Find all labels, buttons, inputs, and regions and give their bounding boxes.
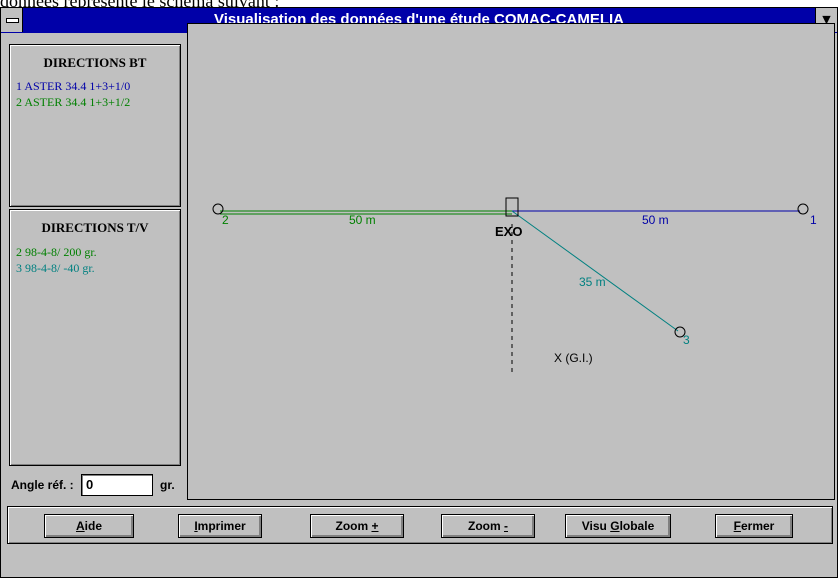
tv-direction-3[interactable]: 3 98-4-8/ -40 gr. bbox=[16, 261, 95, 276]
endpoint-1-label: 1 bbox=[810, 213, 817, 227]
help-button[interactable]: Aide bbox=[44, 514, 134, 538]
direction-3-length: 35 m bbox=[579, 275, 606, 289]
bt-direction-1[interactable]: 1 ASTER 34.4 1+3+1/0 bbox=[16, 79, 130, 94]
close-button[interactable]: Fermer bbox=[715, 514, 793, 538]
angle-ref-label: Angle réf. : bbox=[11, 478, 74, 492]
origin-label: EXO bbox=[495, 224, 522, 239]
directions-tv-title: DIRECTIONS T/V bbox=[41, 220, 149, 235]
angle-unit-label: gr. bbox=[160, 478, 175, 492]
zoom-out-button[interactable]: Zoom - bbox=[441, 514, 535, 538]
system-menu-icon bbox=[6, 18, 19, 23]
directions-bt-panel: DIRECTIONS BT 1 ASTER 34.4 1+3+1/0 2 AST… bbox=[9, 44, 181, 207]
directions-bt-title: DIRECTIONS BT bbox=[43, 55, 147, 70]
zoom-in-button[interactable]: Zoom + bbox=[310, 514, 404, 538]
print-button[interactable]: Imprimer bbox=[178, 514, 262, 538]
endpoint-2-label: 2 bbox=[222, 213, 229, 227]
endpoint-3-label: 3 bbox=[683, 333, 690, 347]
direction-3-line bbox=[511, 210, 679, 332]
diagram-canvas[interactable]: 2 1 3 50 m 50 m 35 m EXO X (G.I.) bbox=[187, 23, 835, 500]
system-menu-button[interactable] bbox=[1, 8, 23, 32]
bt-direction-2[interactable]: 2 ASTER 34.4 1+3+1/2 bbox=[16, 95, 130, 110]
angle-ref-input[interactable]: 0 bbox=[81, 474, 153, 496]
direction-2-length: 50 m bbox=[349, 213, 376, 227]
endpoint-1-icon bbox=[797, 203, 809, 215]
global-view-button[interactable]: Visu Globale bbox=[565, 514, 671, 538]
origin-marker bbox=[505, 197, 519, 217]
direction-1-length: 50 m bbox=[642, 213, 669, 227]
gi-label: X (G.I.) bbox=[554, 351, 593, 365]
button-bar: Aide Imprimer Zoom + Zoom - Visu Globale… bbox=[7, 506, 833, 544]
tv-direction-2[interactable]: 2 98-4-8/ 200 gr. bbox=[16, 245, 97, 260]
network-diagram: 2 1 3 50 m 50 m 35 m EXO X (G.I.) bbox=[212, 197, 817, 376]
app-window: Visualisation des données d'une étude CO… bbox=[0, 7, 838, 578]
directions-tv-panel: DIRECTIONS T/V 2 98-4-8/ 200 gr. 3 98-4-… bbox=[9, 209, 181, 466]
